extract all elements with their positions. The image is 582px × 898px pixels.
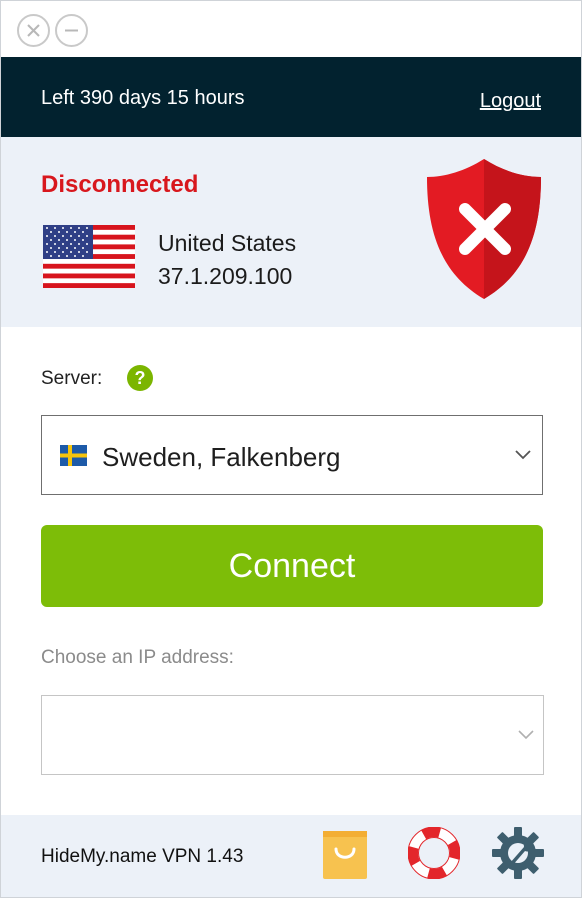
connection-status-panel: Disconnected United States 37.1.209.100 <box>1 137 581 327</box>
sweden-flag-icon <box>60 445 87 466</box>
help-icon[interactable]: ? <box>127 365 153 391</box>
app-version: HideMy.name VPN 1.43 <box>41 846 244 867</box>
chevron-down-icon <box>518 730 534 740</box>
ip-address-label: Choose an IP address: <box>41 647 234 668</box>
minimize-button[interactable] <box>55 14 88 47</box>
minimize-icon <box>65 29 78 32</box>
selected-server: Sweden, Falkenberg <box>102 442 341 472</box>
close-icon <box>27 24 40 37</box>
current-location-country: United States <box>158 230 297 256</box>
server-dropdown[interactable]: Sweden, Falkenberg <box>41 415 543 495</box>
settings-wrench-icon[interactable] <box>490 825 546 881</box>
footer-bar: HideMy.name VPN 1.43 <box>1 815 581 897</box>
vpn-app-window: Left 390 days 15 hours Logout Disconnect… <box>0 0 582 898</box>
server-label: Server: <box>41 368 103 389</box>
ip-address-dropdown[interactable] <box>41 695 544 775</box>
logout-link[interactable]: Logout <box>480 90 541 113</box>
shield-x-icon <box>427 159 541 299</box>
close-button[interactable] <box>17 14 50 47</box>
subscription-header: Left 390 days 15 hours Logout <box>1 57 581 137</box>
lifebuoy-icon[interactable] <box>408 827 460 879</box>
current-ip-address: 37.1.209.100 <box>158 263 293 289</box>
days-left-text: Left 390 days 15 hours <box>41 87 245 109</box>
title-bar <box>1 1 581 57</box>
connect-button[interactable]: Connect <box>41 525 543 607</box>
us-flag-icon <box>43 225 135 288</box>
connection-status: Disconnected <box>41 171 199 198</box>
chevron-down-icon <box>515 450 531 460</box>
shopping-bag-icon[interactable] <box>323 827 367 879</box>
